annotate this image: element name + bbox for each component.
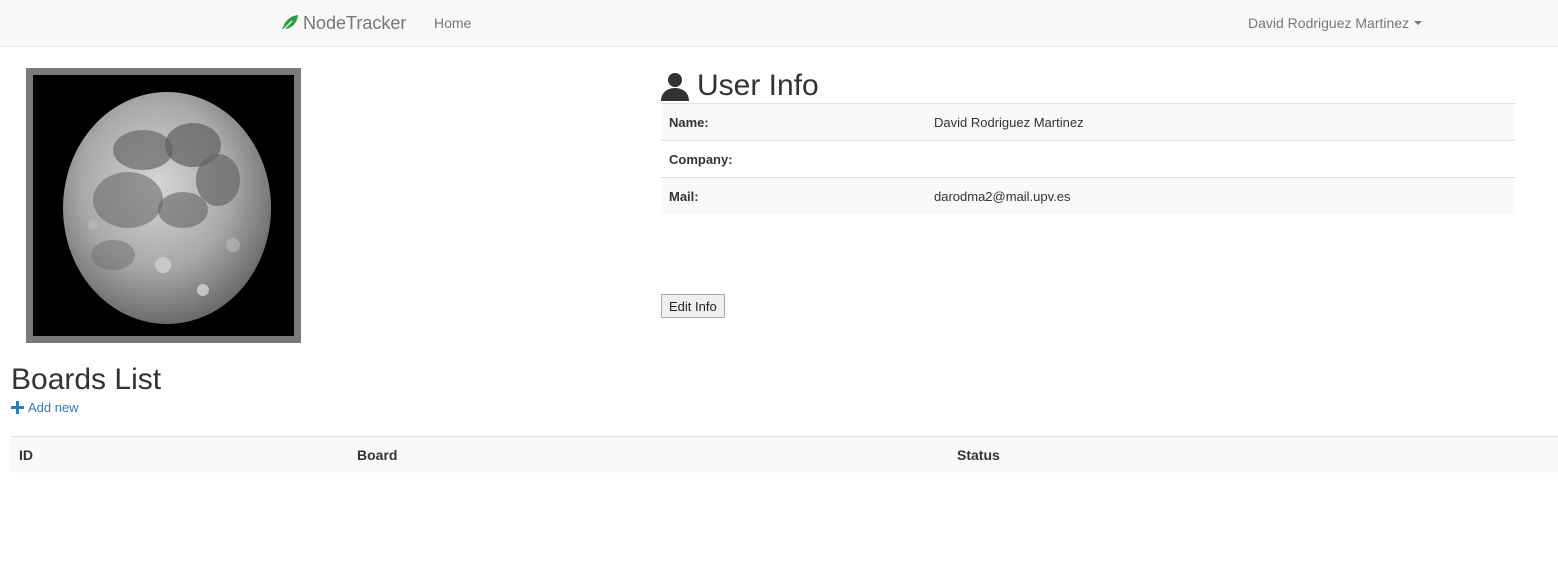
company-value <box>926 140 1515 178</box>
mail-value: darodma2@mail.upv.es <box>926 177 1515 214</box>
navbar: NodeTracker Home David Rodriguez Martine… <box>0 0 1558 47</box>
mail-label: Mail: <box>661 177 926 214</box>
table-header-row: ID Board Status <box>11 436 1558 473</box>
boards-table: ID Board Status <box>11 436 1558 473</box>
caret-down-icon <box>1414 21 1423 25</box>
table-row: Name: David Rodriguez Martinez <box>661 103 1515 141</box>
column-header-status: Status <box>949 436 1558 473</box>
moon-image <box>33 75 294 336</box>
avatar <box>26 68 301 343</box>
plus-icon <box>11 400 24 414</box>
user-info-heading: User Info <box>660 66 819 106</box>
leaf-icon <box>280 13 300 33</box>
table-row: Company: <box>661 140 1515 178</box>
name-value: David Rodriguez Martinez <box>926 103 1515 141</box>
user-menu-label: David Rodriguez Martinez <box>1248 15 1410 31</box>
name-label: Name: <box>661 103 926 141</box>
boards-list-heading: Boards List <box>11 363 162 396</box>
brand-name: NodeTracker <box>303 12 407 33</box>
nav-home-link[interactable]: Home <box>434 0 471 46</box>
edit-info-button[interactable]: Edit Info <box>661 294 725 318</box>
column-header-board: Board <box>349 436 949 473</box>
add-new-board-link[interactable]: Add new <box>11 398 79 416</box>
user-icon <box>660 71 690 101</box>
company-label: Company: <box>661 140 926 178</box>
user-menu-dropdown[interactable]: David Rodriguez Martinez <box>1248 0 1423 46</box>
column-header-id: ID <box>11 436 349 473</box>
user-info-title: User Info <box>697 69 819 102</box>
table-row: Mail: darodma2@mail.upv.es <box>661 177 1515 214</box>
user-info-table: Name: David Rodriguez Martinez Company: … <box>661 103 1515 214</box>
brand-link[interactable]: NodeTracker <box>280 0 406 46</box>
add-new-label: Add new <box>28 399 79 415</box>
